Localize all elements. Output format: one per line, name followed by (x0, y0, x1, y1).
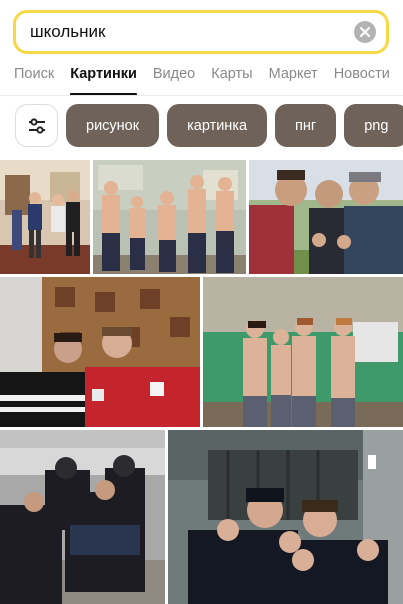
photo-1[interactable] (0, 160, 90, 274)
close-icon[interactable] (354, 21, 376, 43)
chip-png[interactable]: png (344, 104, 403, 147)
photo-5[interactable] (203, 277, 403, 427)
photo-2[interactable] (93, 160, 246, 274)
chip-png-ru[interactable]: пнг (275, 104, 337, 147)
photo-7[interactable] (168, 430, 403, 604)
related-chips: рисунок картинка пнг png (15, 104, 403, 148)
tab-search[interactable]: Поиск (14, 62, 54, 95)
tab-maps[interactable]: Карты (211, 62, 252, 95)
photo-3[interactable] (249, 160, 403, 274)
tab-images[interactable]: Картинки (70, 62, 137, 95)
tab-video[interactable]: Видео (153, 62, 195, 95)
photo-6[interactable] (0, 430, 165, 604)
photo-4[interactable] (0, 277, 200, 427)
filter-button[interactable] (15, 104, 58, 147)
search-tabs: Поиск Картинки Видео Карты Маркет Новост… (0, 62, 403, 96)
chip-drawing[interactable]: рисунок (66, 104, 160, 147)
tab-news[interactable]: Новости (334, 62, 390, 95)
search-input[interactable] (30, 22, 354, 42)
chip-picture[interactable]: картинка (167, 104, 268, 147)
sliders-icon (28, 117, 45, 134)
search-bar[interactable] (13, 10, 389, 54)
tab-market[interactable]: Маркет (269, 62, 318, 95)
